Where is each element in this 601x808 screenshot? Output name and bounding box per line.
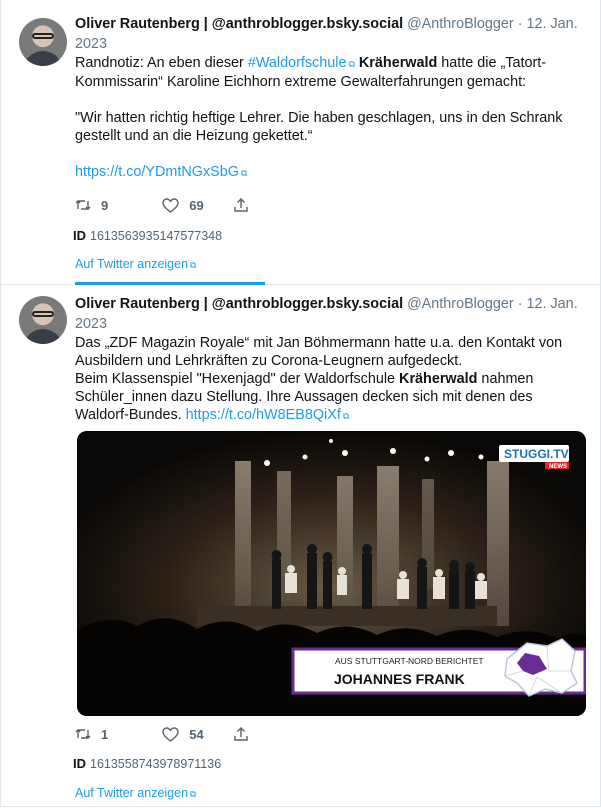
author-handle[interactable]: @AnthroBlogger (407, 16, 514, 32)
id-value: 1613558743978971136 (90, 757, 222, 771)
hashtag-link[interactable]: #Waldorfschule (248, 55, 347, 71)
tweet-id: ID 1613563935147577348 (73, 228, 222, 243)
avatar[interactable] (19, 18, 67, 66)
retweet-icon (75, 729, 91, 739)
external-link-icon: ⧉ (190, 789, 197, 799)
stage-scene: STUGGI.TV NEWS AUS STUTTGART-NORD BERICH… (77, 431, 586, 716)
glasses-shape (32, 33, 54, 39)
external-link-icon: ⧉ (342, 411, 350, 421)
external-link-icon: ⧉ (348, 59, 355, 69)
tweet-url-link[interactable]: https://t.co/hW8EB8QiXf (186, 407, 341, 423)
tweet-text: Das „ZDF Magazin Royale“ mit Jan Böhmerm… (75, 334, 589, 425)
share-button[interactable] (233, 726, 259, 742)
glasses-shape (32, 311, 54, 317)
action-bar: 9 69 (75, 197, 294, 213)
lower-third-big: JOHANNES FRANK (334, 671, 465, 687)
share-icon (234, 727, 248, 741)
retweet-button[interactable]: 1 (75, 727, 108, 742)
tweet-url-link[interactable]: https://t.co/YDmtNGxSbG (75, 164, 239, 180)
view-on-twitter-link[interactable]: Auf Twitter anzeigen ⧉ (75, 257, 196, 271)
author-handle[interactable]: @AnthroBlogger (407, 296, 514, 312)
bold-keyword: Kräherwald (399, 371, 478, 387)
retweet-count: 1 (101, 726, 109, 742)
tweet-text: Randnotiz: An eben dieser #Waldorfschule… (75, 54, 589, 182)
tweet-header: Oliver Rautenberg | @anthroblogger.bsky.… (75, 294, 589, 334)
retweet-icon (75, 200, 91, 210)
retweet-button[interactable]: 9 (75, 198, 108, 213)
video-thumbnail[interactable]: STUGGI.TV NEWS AUS STUTTGART-NORD BERICH… (77, 431, 586, 716)
text-segment: Randnotiz: An eben dieser (75, 55, 248, 71)
like-count: 54 (189, 726, 204, 742)
tweet-id: ID 1613558743978971136 (73, 756, 221, 771)
view-on-twitter-link[interactable]: Auf Twitter anzeigen ⧉ (75, 786, 196, 800)
tweet-card[interactable]: Oliver Rautenberg | @anthroblogger.bsky.… (0, 0, 599, 285)
author-name[interactable]: Oliver Rautenberg | @anthroblogger.bsky.… (75, 16, 403, 32)
tweet-card[interactable]: Oliver Rautenberg | @anthroblogger.bsky.… (0, 285, 599, 808)
lower-third-small: AUS STUTTGART-NORD BERICHTET (335, 656, 484, 666)
id-label: ID (73, 228, 86, 243)
text-segment: Beim Klassenspiel "Hexenjagd" der Waldor… (75, 371, 400, 387)
author-name[interactable]: Oliver Rautenberg | @anthroblogger.bsky.… (75, 296, 403, 312)
external-link-icon: ⧉ (190, 260, 197, 270)
shoulders-shape (23, 51, 63, 66)
action-bar: 1 54 (75, 726, 294, 742)
separator-dot: · (517, 296, 523, 312)
like-icon (162, 726, 179, 742)
channel-logo-sub: NEWS (549, 464, 567, 470)
like-count: 69 (189, 197, 204, 213)
like-button[interactable]: 69 (162, 197, 204, 213)
text-paragraph-1: Das „ZDF Magazin Royale“ mit Jan Böhmerm… (75, 335, 563, 369)
bold-keyword: Kräherwald (358, 55, 438, 71)
view-link-label: Auf Twitter anzeigen (75, 786, 189, 800)
like-icon (162, 197, 179, 213)
tweet-header: Oliver Rautenberg | @anthroblogger.bsky.… (75, 14, 589, 54)
id-value: 1613563935147577348 (90, 229, 223, 243)
id-label: ID (73, 756, 86, 771)
like-button[interactable]: 54 (162, 726, 204, 742)
separator-dot: · (517, 16, 523, 32)
avatar[interactable] (19, 296, 67, 344)
retweet-count: 9 (101, 197, 109, 213)
view-link-label: Auf Twitter anzeigen (75, 257, 189, 271)
shoulders-shape (23, 329, 63, 344)
channel-logo-text: STUGGI.TV (504, 447, 569, 461)
quote-text: "Wir hatten richtig heftige Lehrer. Die … (75, 110, 563, 144)
external-link-icon: ⧉ (240, 168, 248, 178)
share-icon (234, 198, 248, 212)
share-button[interactable] (233, 197, 259, 213)
